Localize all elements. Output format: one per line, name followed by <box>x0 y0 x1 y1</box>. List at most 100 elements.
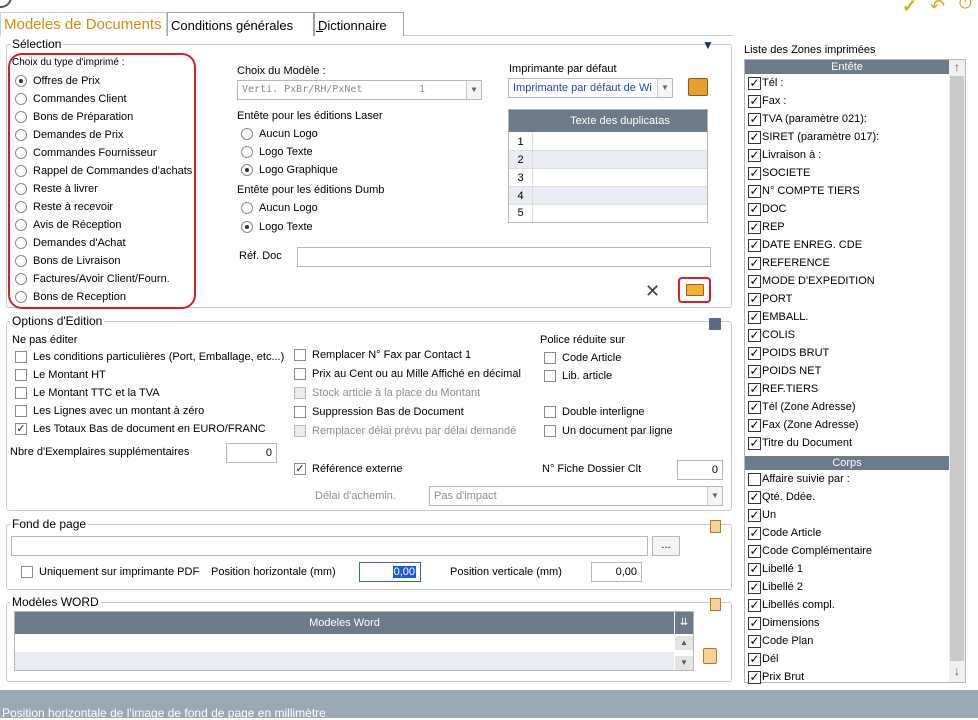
refext-check[interactable]: ✓ <box>294 463 306 475</box>
type-label-1[interactable]: Commandes Client <box>33 93 127 105</box>
type-radio-9[interactable] <box>15 237 27 249</box>
entete-zone-checkbox[interactable]: ✓ <box>748 275 761 288</box>
refext-label[interactable]: Référence externe <box>312 463 403 475</box>
word-open-icon[interactable] <box>703 648 717 664</box>
type-radio-0[interactable] <box>15 75 27 87</box>
dumb-radio-0[interactable] <box>241 202 253 214</box>
vpos-input[interactable]: 0,00 <box>591 562 642 582</box>
dumb-radio-1[interactable] <box>241 221 253 233</box>
double-label[interactable]: Double interligne <box>562 406 645 418</box>
type-label-11[interactable]: Factures/Avoir Client/Fourn. <box>33 273 170 285</box>
pdf-label[interactable]: Uniquement sur imprimante PDF <box>39 566 199 578</box>
dumb-option-1[interactable]: Logo Texte <box>259 221 313 233</box>
entete-zone-checkbox[interactable]: ✓ <box>748 401 761 414</box>
word-scroll-up-icon[interactable]: ▲ <box>675 636 693 650</box>
dup-row-1[interactable] <box>533 151 707 169</box>
opt2-label-1[interactable]: Prix au Cent ou au Mille Affiché en déci… <box>312 368 521 380</box>
opt1-label-0[interactable]: Les conditions particulières (Port, Emba… <box>33 351 284 363</box>
opt2-label-0[interactable]: Remplacer N° Fax par Contact 1 <box>312 349 471 361</box>
fond-browse-button[interactable]: ... <box>652 536 680 556</box>
power-icon[interactable]: ⏻ <box>959 0 972 13</box>
laser-option-2[interactable]: Logo Graphique <box>259 164 338 176</box>
entete-zone-checkbox[interactable]: ✓ <box>748 239 761 252</box>
police-check-0[interactable] <box>544 352 556 364</box>
entete-zone-checkbox[interactable]: ✓ <box>748 167 761 180</box>
laser-radio-0[interactable] <box>241 128 253 140</box>
double-check[interactable] <box>544 406 556 418</box>
word-expand-icon[interactable]: ⇊ <box>675 612 693 634</box>
opt2-check-3[interactable] <box>294 406 306 418</box>
tools-icon[interactable]: ✕ <box>645 281 660 302</box>
options-grid-icon[interactable] <box>709 318 721 330</box>
type-radio-11[interactable] <box>15 273 27 285</box>
type-label-5[interactable]: Rappel de Commandes d'achats <box>33 165 192 177</box>
type-radio-10[interactable] <box>15 255 27 267</box>
validate-icon[interactable]: ✓ <box>902 0 917 17</box>
type-radio-1[interactable] <box>15 93 27 105</box>
type-radio-6[interactable] <box>15 183 27 195</box>
type-radio-3[interactable] <box>15 129 27 141</box>
opt1-label-1[interactable]: Le Montant HT <box>33 369 106 381</box>
corps-zone-checkbox[interactable] <box>748 473 761 486</box>
entete-zone-checkbox[interactable]: ✓ <box>748 347 761 360</box>
corps-zone-checkbox[interactable]: ✓ <box>748 617 761 630</box>
word-scroll-down-icon[interactable]: ▼ <box>675 656 693 670</box>
type-label-3[interactable]: Demandes de Prix <box>33 129 124 141</box>
opt1-check-1[interactable] <box>15 369 27 381</box>
entete-zone-checkbox[interactable]: ✓ <box>748 383 761 396</box>
entete-zone-checkbox[interactable]: ✓ <box>748 203 761 216</box>
opt2-check-1[interactable] <box>294 368 306 380</box>
ref-doc-input[interactable] <box>297 247 711 267</box>
corps-zone-checkbox[interactable]: ✓ <box>748 653 761 666</box>
entete-zone-checkbox[interactable]: ✓ <box>748 365 761 378</box>
dup-row-4[interactable] <box>533 205 707 222</box>
zones-scroll-thumb[interactable] <box>950 76 964 661</box>
corps-zone-checkbox[interactable]: ✓ <box>748 671 761 684</box>
dup-row-2[interactable] <box>533 169 707 187</box>
type-label-9[interactable]: Demandes d'Achat <box>33 237 126 249</box>
dup-row-3[interactable] <box>533 187 707 205</box>
corps-zone-checkbox[interactable]: ✓ <box>748 599 761 612</box>
printer-select[interactable]: Imprimante par défaut de Wi ▼ <box>508 78 673 98</box>
type-radio-12[interactable] <box>15 291 27 303</box>
type-label-7[interactable]: Reste à recevoir <box>33 201 113 213</box>
pdf-check[interactable] <box>21 566 33 578</box>
entete-zone-checkbox[interactable]: ✓ <box>748 149 761 162</box>
corps-zone-checkbox[interactable]: ✓ <box>748 563 761 576</box>
delai-dropdown-icon[interactable]: ▼ <box>707 487 722 505</box>
tab-dictionnaire[interactable]: Dictionnaire <box>314 12 404 36</box>
entete-zone-checkbox[interactable]: ✓ <box>748 419 761 432</box>
opt1-label-2[interactable]: Le Montant TTC et la TVA <box>33 387 160 399</box>
type-label-2[interactable]: Bons de Préparation <box>33 111 133 123</box>
dup-row-0[interactable] <box>533 133 707 151</box>
word-file-icon[interactable] <box>710 598 721 611</box>
modele-dropdown-icon[interactable]: ▼ <box>466 81 481 99</box>
type-label-12[interactable]: Bons de Reception <box>33 291 126 303</box>
type-label-8[interactable]: Avis de Réception <box>33 219 121 231</box>
nbre-input[interactable]: 0 <box>226 443 277 463</box>
tab-conditions[interactable]: Conditions générales <box>167 12 314 36</box>
opt1-check-3[interactable] <box>15 405 27 417</box>
laser-radio-2[interactable] <box>241 164 253 176</box>
undoc-check[interactable] <box>544 425 556 437</box>
tab-modeles[interactable]: Modeles de Documents <box>0 12 167 36</box>
entete-zone-checkbox[interactable]: ✓ <box>748 221 761 234</box>
entete-zone-checkbox[interactable]: ✓ <box>748 185 761 198</box>
police-check-1[interactable] <box>544 370 556 382</box>
hpos-input[interactable]: 0,00 <box>359 562 421 582</box>
entete-zone-checkbox[interactable]: ✓ <box>748 95 761 108</box>
word-row-alt[interactable] <box>15 652 674 670</box>
corps-zone-checkbox[interactable]: ✓ <box>748 581 761 594</box>
type-radio-4[interactable] <box>15 147 27 159</box>
entete-zone-checkbox[interactable]: ✓ <box>748 77 761 90</box>
corps-zone-checkbox[interactable]: ✓ <box>748 509 761 522</box>
type-label-10[interactable]: Bons de Livraison <box>33 255 120 267</box>
type-radio-5[interactable] <box>15 165 27 177</box>
opt1-label-3[interactable]: Les Lignes avec un montant à zéro <box>33 405 204 417</box>
corps-zone-checkbox[interactable]: ✓ <box>748 635 761 648</box>
type-radio-8[interactable] <box>15 219 27 231</box>
type-radio-7[interactable] <box>15 201 27 213</box>
opt1-check-2[interactable] <box>15 387 27 399</box>
entete-zone-checkbox[interactable]: ✓ <box>748 329 761 342</box>
laser-option-0[interactable]: Aucun Logo <box>259 128 318 140</box>
